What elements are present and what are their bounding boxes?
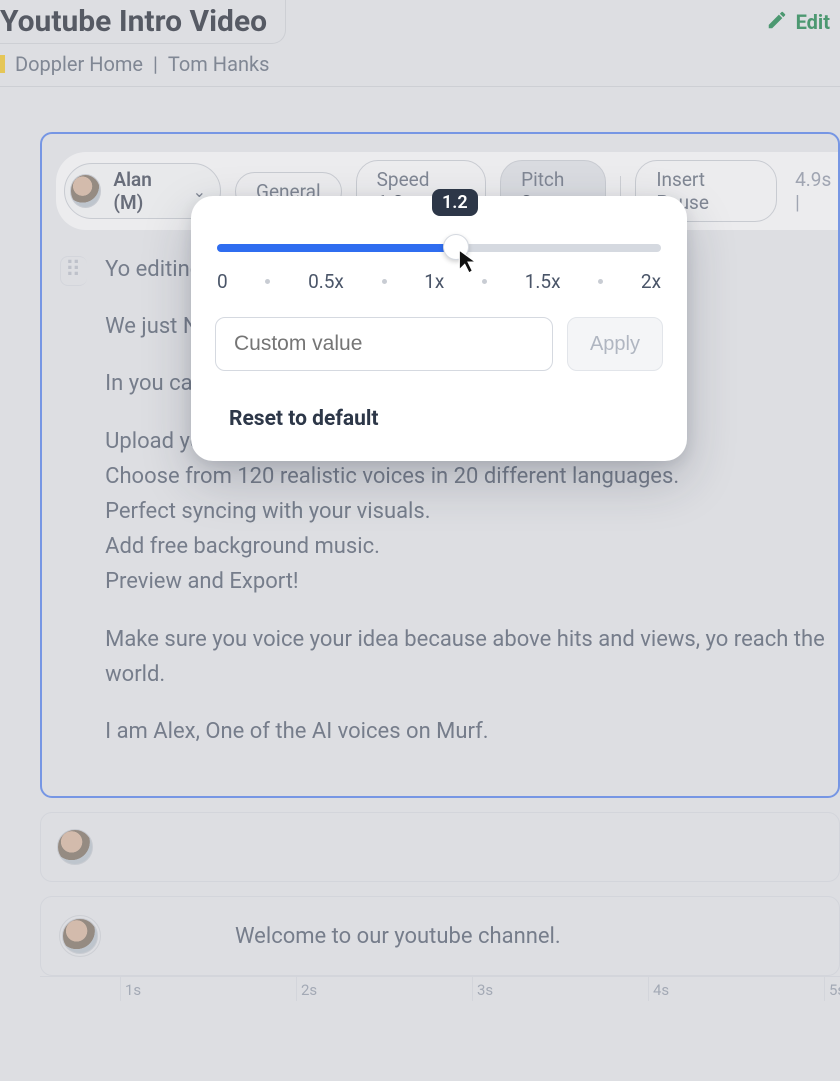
timeline-tick: 2s <box>296 977 472 1001</box>
edit-button[interactable]: Edit <box>766 9 830 36</box>
speed-slider[interactable] <box>217 244 661 252</box>
voice-avatar <box>70 174 101 208</box>
breadcrumb-item-home[interactable]: Doppler Home <box>15 52 143 76</box>
breadcrumb-marker <box>0 55 5 73</box>
duration-label: 4.9s | <box>791 168 838 214</box>
project-title: Youtube Intro Video <box>0 0 286 44</box>
tick-dot <box>265 279 270 284</box>
timeline-tick <box>40 977 120 1001</box>
timeline-tick: 4s <box>648 977 824 1001</box>
tick-label: 0.5x <box>308 270 344 293</box>
script-block-collapsed[interactable] <box>40 812 840 882</box>
tick-dot <box>598 279 603 284</box>
voice-avatar <box>62 918 98 954</box>
breadcrumb: Doppler Home | Tom Hanks <box>0 44 840 76</box>
drag-handle-icon[interactable]: ⠿ <box>60 256 87 286</box>
timeline-tick: 5s <box>824 977 840 1001</box>
script-block[interactable]: Welcome to our youtube channel. <box>40 896 840 976</box>
tick-label: 1x <box>424 270 444 293</box>
voice-avatar <box>57 829 93 865</box>
speed-popover: 1.2 0 0.5x 1x 1.5x 2x Apply Reset to def… <box>191 196 687 461</box>
timeline-ruler: 1s 2s 3s 4s 5s <box>40 976 840 1001</box>
reset-to-default-link[interactable]: Reset to default <box>215 407 663 431</box>
custom-value-input[interactable] <box>215 317 553 371</box>
slider-value-tooltip: 1.2 <box>432 189 478 216</box>
tick-dot <box>382 279 387 284</box>
breadcrumb-separator: | <box>153 52 158 76</box>
tick-dot <box>482 279 487 284</box>
cursor-icon <box>457 248 479 278</box>
script-line: I am Alex, One of the AI voices on Murf. <box>105 714 832 749</box>
tick-label: 1.5x <box>525 270 561 293</box>
voice-name-label: Alan (M) <box>113 168 180 214</box>
tick-label: 0 <box>217 270 228 293</box>
tick-label: 2x <box>641 270 661 293</box>
script-preview-text: Welcome to our youtube channel. <box>235 924 561 949</box>
project-header: Youtube Intro Video Edit Doppler Home | … <box>0 0 840 87</box>
edit-label: Edit <box>796 10 830 34</box>
breadcrumb-item-project[interactable]: Tom Hanks <box>168 52 270 76</box>
timeline-tick: 3s <box>472 977 648 1001</box>
script-line: Make sure you voice your idea because ab… <box>105 622 832 692</box>
slider-ticks: 0 0.5x 1x 1.5x 2x <box>215 270 663 293</box>
slider-fill <box>217 244 448 252</box>
timeline-tick: 1s <box>120 977 296 1001</box>
apply-button[interactable]: Apply <box>567 317 663 371</box>
pencil-icon <box>766 9 788 36</box>
